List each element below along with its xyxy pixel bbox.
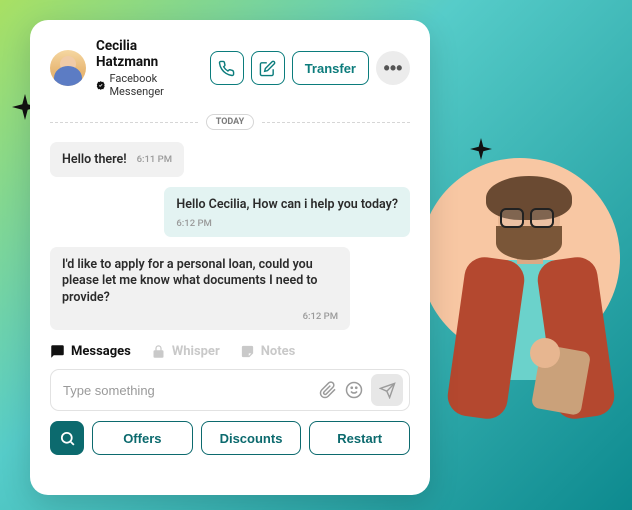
emoji-icon[interactable] — [345, 381, 363, 399]
compose-bar — [50, 369, 410, 411]
message-bubble: I'd like to apply for a personal loan, c… — [50, 247, 350, 330]
search-icon — [59, 430, 76, 447]
discounts-button[interactable]: Discounts — [201, 421, 302, 455]
compose-button[interactable] — [251, 51, 285, 85]
quick-actions: Offers Discounts Restart — [50, 421, 410, 455]
search-button[interactable] — [50, 421, 84, 455]
transfer-button[interactable]: Transfer — [292, 51, 369, 85]
contact-avatar[interactable] — [50, 50, 86, 86]
verified-icon — [96, 80, 105, 91]
message-list: Hello there! 6:11 PM Hello Cecilia, How … — [50, 142, 410, 330]
message-time: 6:11 PM — [127, 154, 172, 167]
message-bubble: Hello there! 6:11 PM — [50, 142, 184, 177]
message-text: Hello Cecilia, How can i help you today? — [176, 197, 398, 212]
lock-icon — [151, 344, 166, 359]
tab-label: Messages — [71, 344, 131, 359]
message-bubble: Hello Cecilia, How can i help you today?… — [164, 187, 410, 237]
attachment-icon[interactable] — [319, 381, 337, 399]
tab-label: Notes — [261, 344, 296, 359]
compose-input[interactable] — [63, 383, 311, 398]
sparkle-icon — [470, 138, 492, 160]
message-text: Hello there! — [62, 152, 127, 169]
contact-source-label: Facebook Messenger — [109, 72, 199, 98]
send-button[interactable] — [371, 374, 403, 406]
message-text: I'd like to apply for a personal loan, c… — [62, 257, 317, 306]
tab-notes[interactable]: Notes — [240, 344, 296, 359]
chat-header: Cecilia Hatzmann Facebook Messenger Tran… — [50, 38, 410, 98]
tab-whisper[interactable]: Whisper — [151, 344, 220, 359]
message-time: 6:12 PM — [176, 218, 398, 231]
contact-name: Cecilia Hatzmann — [96, 38, 200, 70]
restart-button[interactable]: Restart — [309, 421, 410, 455]
edit-icon — [259, 60, 276, 77]
date-divider: TODAY — [50, 114, 410, 130]
offers-button[interactable]: Offers — [92, 421, 193, 455]
contact-source: Facebook Messenger — [96, 72, 200, 98]
date-pill: TODAY — [206, 114, 254, 130]
message-time: 6:12 PM — [62, 311, 338, 324]
notes-icon — [240, 344, 255, 359]
more-button[interactable]: ••• — [376, 51, 410, 85]
tab-label: Whisper — [172, 344, 220, 359]
send-icon — [379, 382, 396, 399]
chat-window: Cecilia Hatzmann Facebook Messenger Tran… — [30, 20, 430, 495]
phone-icon — [218, 60, 235, 77]
tab-messages[interactable]: Messages — [50, 344, 131, 359]
compose-tabs: Messages Whisper Notes — [50, 344, 410, 359]
chat-icon — [50, 344, 65, 359]
call-button[interactable] — [210, 51, 244, 85]
agent-illustration — [420, 158, 620, 358]
